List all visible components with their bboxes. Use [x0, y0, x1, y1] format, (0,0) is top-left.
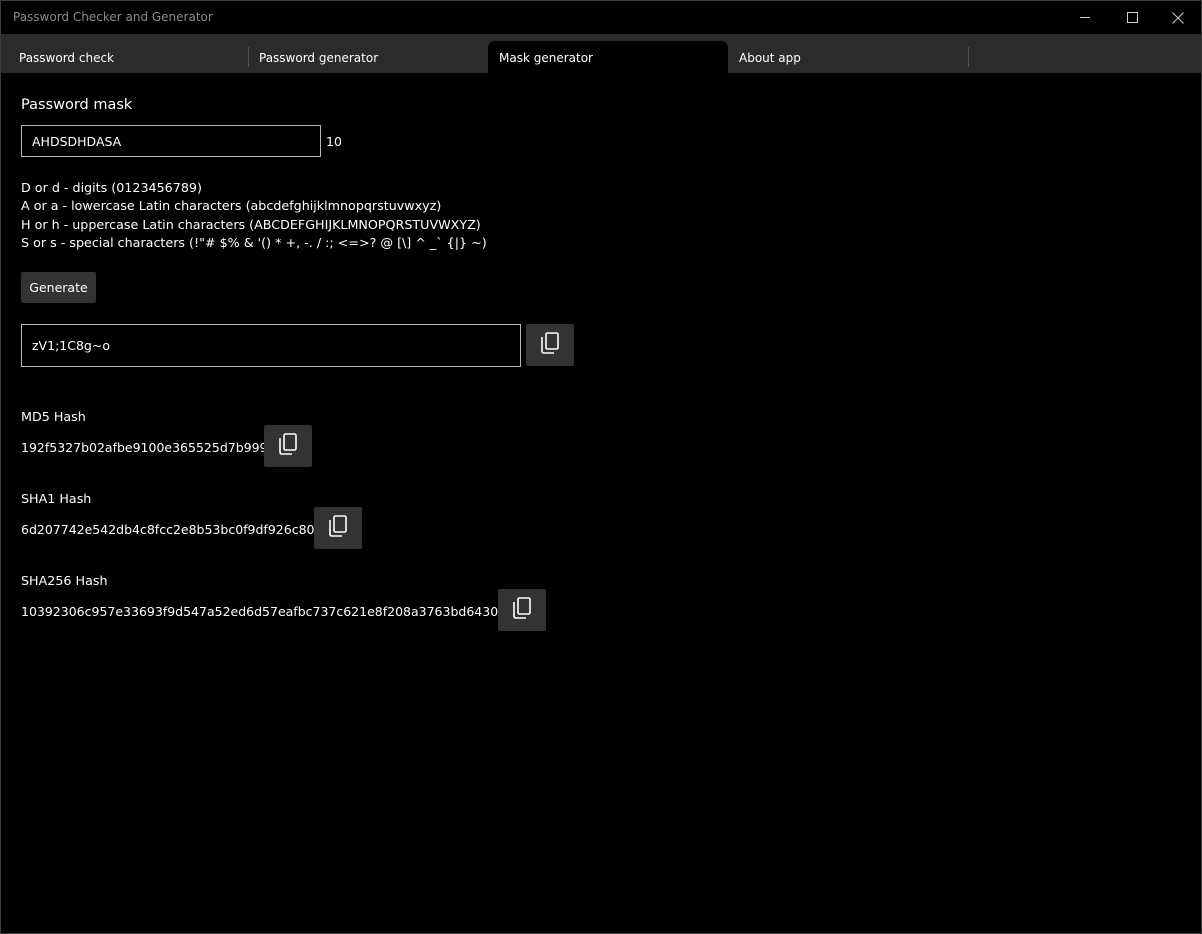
tab-mask-generator[interactable]: Mask generator	[488, 41, 728, 73]
close-button[interactable]	[1155, 1, 1201, 34]
copy-icon	[512, 597, 532, 623]
copy-md5-button[interactable]	[264, 425, 312, 467]
tab-password-generator[interactable]: Password generator	[241, 41, 481, 73]
tab-bar: Password check Password generator Mask g…	[1, 34, 1201, 73]
app-window: Password Checker and Generator Password …	[0, 0, 1202, 934]
password-mask-heading: Password mask	[21, 97, 133, 113]
title-bar: Password Checker and Generator	[1, 1, 1201, 34]
copy-icon	[328, 515, 348, 541]
copy-icon	[278, 433, 298, 459]
legend-lowercase: A or a - lowercase Latin characters (abc…	[21, 198, 442, 213]
md5-label: MD5 Hash	[21, 409, 86, 424]
tab-separator	[968, 47, 969, 67]
copy-password-button[interactable]	[526, 324, 574, 366]
sha1-value: 6d207742e542db4c8fcc2e8b53bc0f9df926c80f	[21, 522, 319, 537]
tab-about-app[interactable]: About app	[721, 41, 961, 73]
md5-value: 192f5327b02afbe9100e365525d7b999	[21, 440, 268, 455]
copy-sha1-button[interactable]	[314, 507, 362, 549]
sha1-label: SHA1 Hash	[21, 491, 92, 506]
generate-button[interactable]: Generate	[21, 272, 96, 303]
close-icon	[1172, 11, 1184, 24]
legend-special: S or s - special characters (!"# $% & '(…	[21, 235, 487, 250]
legend-uppercase: H or h - uppercase Latin characters (ABC…	[21, 217, 481, 232]
copy-icon	[540, 332, 560, 358]
tab-password-check[interactable]: Password check	[1, 41, 241, 73]
generated-password-field[interactable]	[21, 324, 521, 367]
copy-sha256-button[interactable]	[498, 589, 546, 631]
sha256-label: SHA256 Hash	[21, 573, 108, 588]
minimize-icon	[1079, 12, 1091, 23]
minimize-button[interactable]	[1062, 1, 1108, 34]
app-title: Password Checker and Generator	[13, 10, 213, 24]
sha256-value: 10392306c957e33693f9d547a52ed6d57eafbc73…	[21, 604, 513, 619]
mask-length: 10	[326, 134, 342, 149]
legend-digits: D or d - digits (0123456789)	[21, 180, 202, 195]
maximize-button[interactable]	[1109, 1, 1155, 34]
maximize-icon	[1126, 12, 1138, 23]
mask-input[interactable]	[21, 125, 321, 157]
